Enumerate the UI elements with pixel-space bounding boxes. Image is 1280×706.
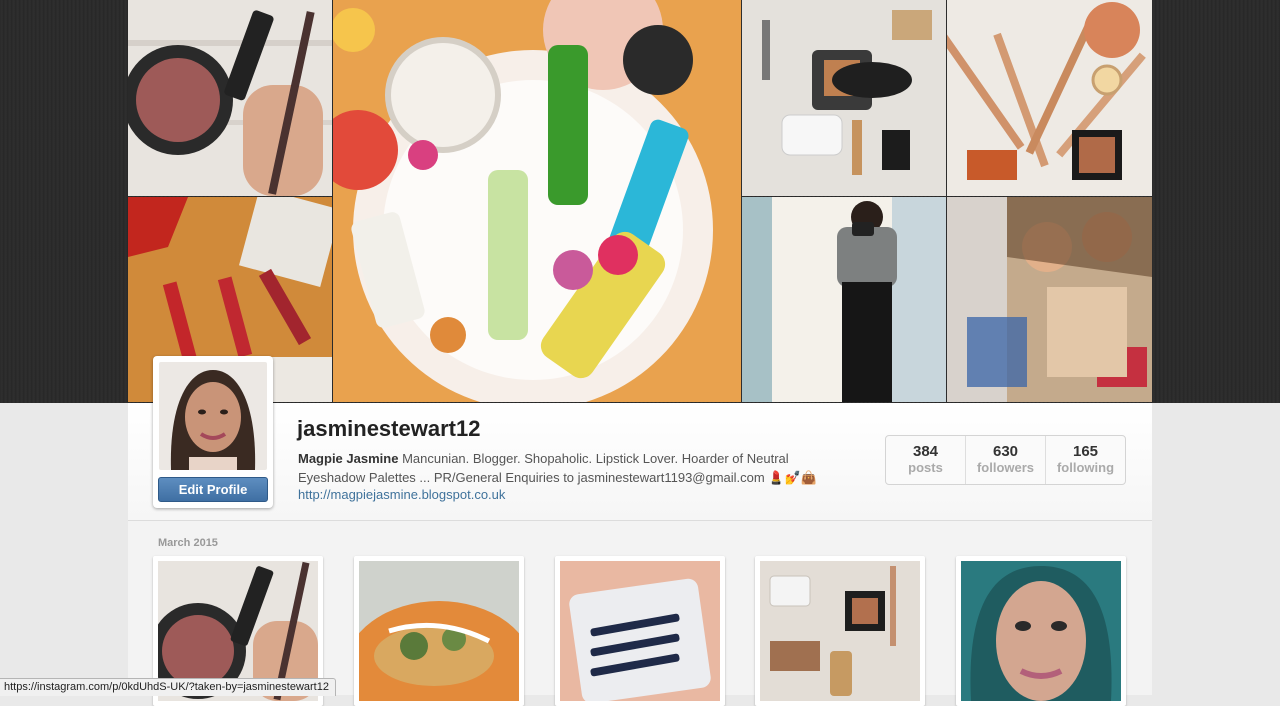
post-image[interactable] xyxy=(359,561,519,701)
mosaic-photo[interactable] xyxy=(333,0,741,402)
mosaic-photo[interactable] xyxy=(947,0,1152,196)
stat-label: following xyxy=(1056,460,1115,475)
mosaic-photo[interactable] xyxy=(947,197,1152,402)
browser-status-bar: https://instagram.com/p/0kdUhdS-UK/?take… xyxy=(0,678,336,696)
feed-post[interactable] xyxy=(354,556,524,706)
stat-posts[interactable]: 384 posts xyxy=(886,436,966,484)
stat-value: 384 xyxy=(912,443,939,460)
month-label: March 2015 xyxy=(158,537,218,549)
stat-followers[interactable]: 630 followers xyxy=(966,436,1046,484)
avatar[interactable] xyxy=(159,362,267,470)
feed-post[interactable] xyxy=(956,556,1126,706)
post-image[interactable] xyxy=(961,561,1121,701)
feed-post[interactable] xyxy=(555,556,725,706)
mosaic-photo[interactable] xyxy=(128,0,332,196)
stat-value: 165 xyxy=(1072,443,1099,460)
profile-username: jasminestewart12 xyxy=(297,416,481,441)
post-image[interactable] xyxy=(760,561,920,701)
stat-label: posts xyxy=(908,460,943,475)
profile-stats: 384 posts 630 followers 165 following xyxy=(885,435,1126,485)
avatar-card: Edit Profile xyxy=(153,356,273,508)
feed-post[interactable] xyxy=(755,556,925,706)
edit-profile-button[interactable]: Edit Profile xyxy=(158,477,268,502)
profile-website-link[interactable]: http://magpiejasmine.blogspot.co.uk xyxy=(298,487,505,502)
photo-mosaic xyxy=(128,0,1152,402)
post-image[interactable] xyxy=(560,561,720,701)
profile-bio: Magpie Jasmine Mancunian. Blogger. Shopa… xyxy=(298,449,858,487)
profile-full-name: Magpie Jasmine xyxy=(298,451,399,466)
mosaic-photo[interactable] xyxy=(742,197,946,402)
stat-label: followers xyxy=(976,460,1035,475)
stat-following[interactable]: 165 following xyxy=(1046,436,1125,484)
stat-value: 630 xyxy=(992,443,1019,460)
mosaic-photo[interactable] xyxy=(742,0,946,196)
